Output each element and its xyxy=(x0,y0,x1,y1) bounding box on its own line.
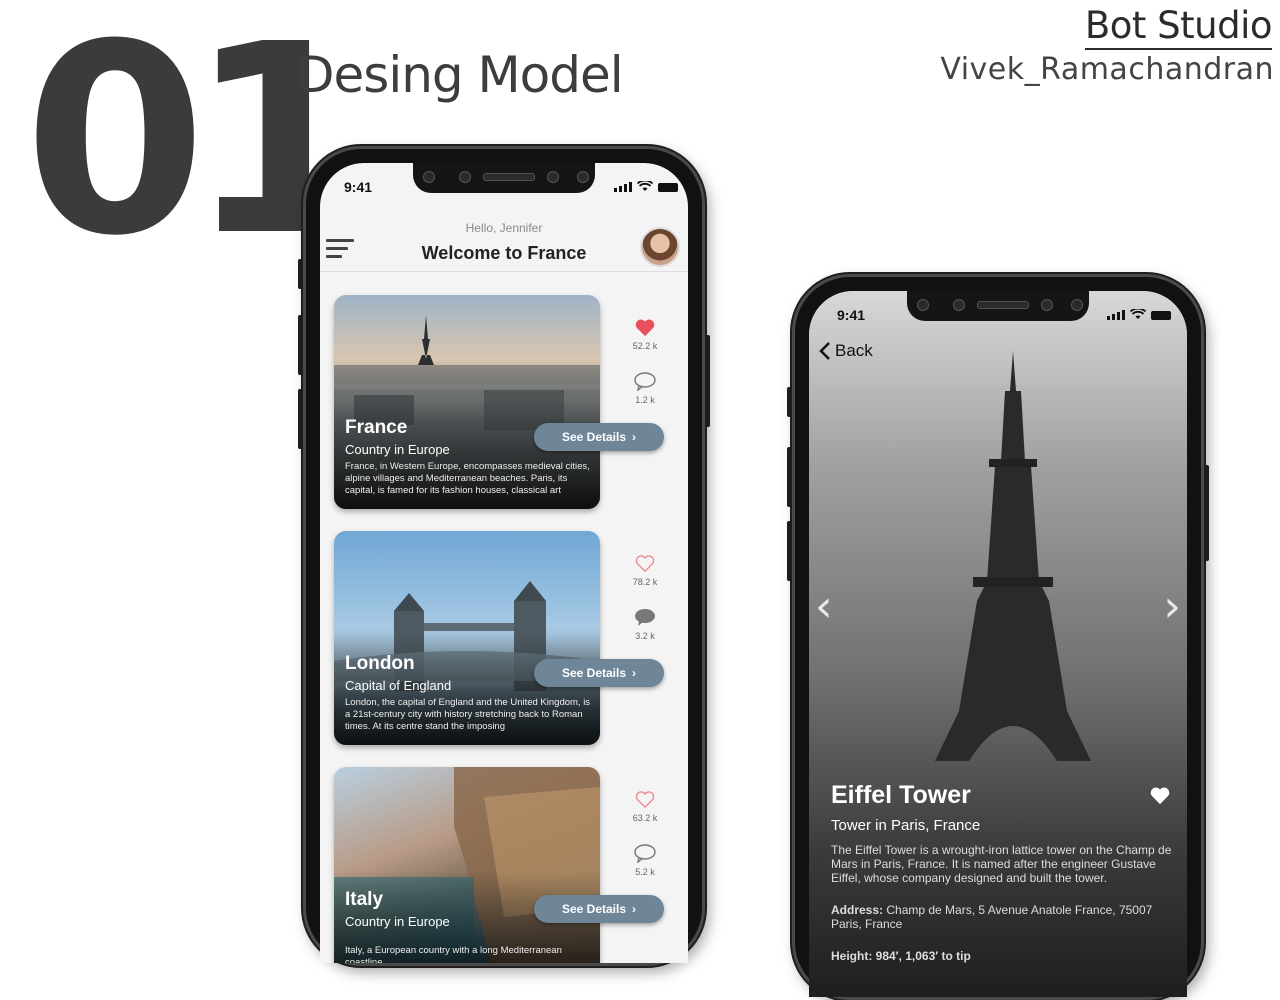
signal-icon xyxy=(1107,310,1125,320)
comment-count: 5.2 k xyxy=(635,867,655,877)
eiffel-tower-image xyxy=(809,291,1187,997)
chevron-left-icon xyxy=(819,342,830,360)
destination-card-france[interactable]: France Country in Europe France, in West… xyxy=(334,295,600,509)
favorite-heart-icon[interactable] xyxy=(1149,785,1171,805)
chevron-right-icon: › xyxy=(632,430,637,444)
card-description: Italy, a European country with a long Me… xyxy=(345,945,562,963)
power-button xyxy=(705,335,710,427)
heart-outline-icon xyxy=(635,555,655,573)
like-count: 52.2 k xyxy=(632,341,658,351)
signal-icon xyxy=(614,182,632,192)
battery-icon xyxy=(658,183,678,192)
heart-outline-icon xyxy=(635,791,655,809)
volume-up-button xyxy=(787,447,792,507)
notch xyxy=(413,163,595,193)
detail-subtitle: Tower in Paris, France xyxy=(831,817,981,834)
comment-filled-icon xyxy=(635,609,655,626)
chevron-right-icon: › xyxy=(632,902,637,916)
see-details-button-london[interactable]: See Details › xyxy=(534,659,664,687)
comment-count: 3.2 k xyxy=(635,631,655,641)
header-divider xyxy=(320,271,688,272)
like-counter-italy[interactable]: 63.2 k xyxy=(623,789,667,823)
volume-down-button xyxy=(787,521,792,581)
status-icons xyxy=(1107,309,1171,320)
comment-counter-london[interactable]: 3.2 k xyxy=(623,607,667,641)
back-label: Back xyxy=(835,341,873,360)
comment-count: 1.2 k xyxy=(635,395,655,405)
next-image-arrow[interactable]: › xyxy=(1163,581,1181,632)
detail-height: Height: 984′, 1,063′ to tip xyxy=(831,949,971,963)
notch xyxy=(907,291,1089,321)
detail-screen: 9:41 Back ‹ › Eiffel Tower Tower in Pari… xyxy=(809,291,1187,997)
button-label: See Details xyxy=(561,902,627,916)
welcome-heading: Welcome to France xyxy=(421,243,587,263)
card-description: London, the capital of England and the U… xyxy=(345,697,591,732)
comment-icon xyxy=(634,844,656,863)
comment-counter-italy[interactable]: 5.2 k xyxy=(623,843,667,877)
previous-image-arrow[interactable]: ‹ xyxy=(815,581,833,632)
card-description: France, in Western Europe, encompasses m… xyxy=(345,461,590,496)
power-button xyxy=(1204,465,1209,561)
battery-icon xyxy=(1151,311,1171,320)
comment-counter-france[interactable]: 1.2 k xyxy=(623,371,667,405)
status-time: 9:41 xyxy=(344,179,373,195)
card-subtitle: Country in Europe xyxy=(345,914,450,929)
detail-description: The Eiffel Tower is a wrought-iron latti… xyxy=(831,843,1172,885)
like-counter-france[interactable]: 52.2 k xyxy=(623,317,667,351)
wifi-icon xyxy=(637,181,653,191)
button-label: See Details xyxy=(561,666,627,680)
card-title: France xyxy=(345,417,408,438)
page-title: Desing Model xyxy=(296,46,624,104)
destination-card-italy[interactable]: Italy Country in Europe Italy, a Europea… xyxy=(334,767,600,963)
volume-up-button xyxy=(298,315,303,375)
address-label: Address: xyxy=(831,903,884,917)
detail-address: Address: Champ de Mars, 5 Avenue Anatole… xyxy=(831,903,1177,931)
phone-detail-view: 9:41 Back ‹ › Eiffel Tower Tower in Pari… xyxy=(787,274,1209,1000)
see-details-button-italy[interactable]: See Details › xyxy=(534,895,664,923)
avatar[interactable] xyxy=(640,227,680,267)
list-screen: 9:41 Hello, Jennifer Welcome to France F… xyxy=(320,163,688,963)
like-count: 78.2 k xyxy=(632,577,658,587)
see-details-button-france[interactable]: See Details › xyxy=(534,423,664,451)
greeting-text: Hello, Jennifer xyxy=(465,221,543,235)
card-subtitle: Capital of England xyxy=(345,678,452,693)
card-title: Italy xyxy=(345,889,384,910)
back-button[interactable]: Back xyxy=(819,341,873,361)
author-name: Vivek_Ramachandran xyxy=(940,52,1274,87)
volume-down-button xyxy=(298,389,303,449)
like-counter-london[interactable]: 78.2 k xyxy=(623,553,667,587)
status-time: 9:41 xyxy=(837,307,866,323)
mute-button xyxy=(787,387,792,417)
destination-card-london[interactable]: London Capital of England London, the ca… xyxy=(334,531,600,745)
like-count: 63.2 k xyxy=(632,813,658,823)
detail-title: Eiffel Tower xyxy=(831,781,971,809)
button-label: See Details xyxy=(561,430,627,444)
chevron-right-icon: › xyxy=(632,666,637,680)
heart-filled-icon xyxy=(635,319,655,337)
phone-list-view: 9:41 Hello, Jennifer Welcome to France F… xyxy=(298,146,710,966)
card-title: London xyxy=(345,653,415,674)
wifi-icon xyxy=(1130,309,1146,319)
mute-button xyxy=(298,259,303,289)
card-subtitle: Country in Europe xyxy=(345,442,450,457)
comment-icon xyxy=(634,372,656,391)
studio-name: Bot Studio xyxy=(1084,4,1273,50)
status-icons xyxy=(614,181,678,192)
